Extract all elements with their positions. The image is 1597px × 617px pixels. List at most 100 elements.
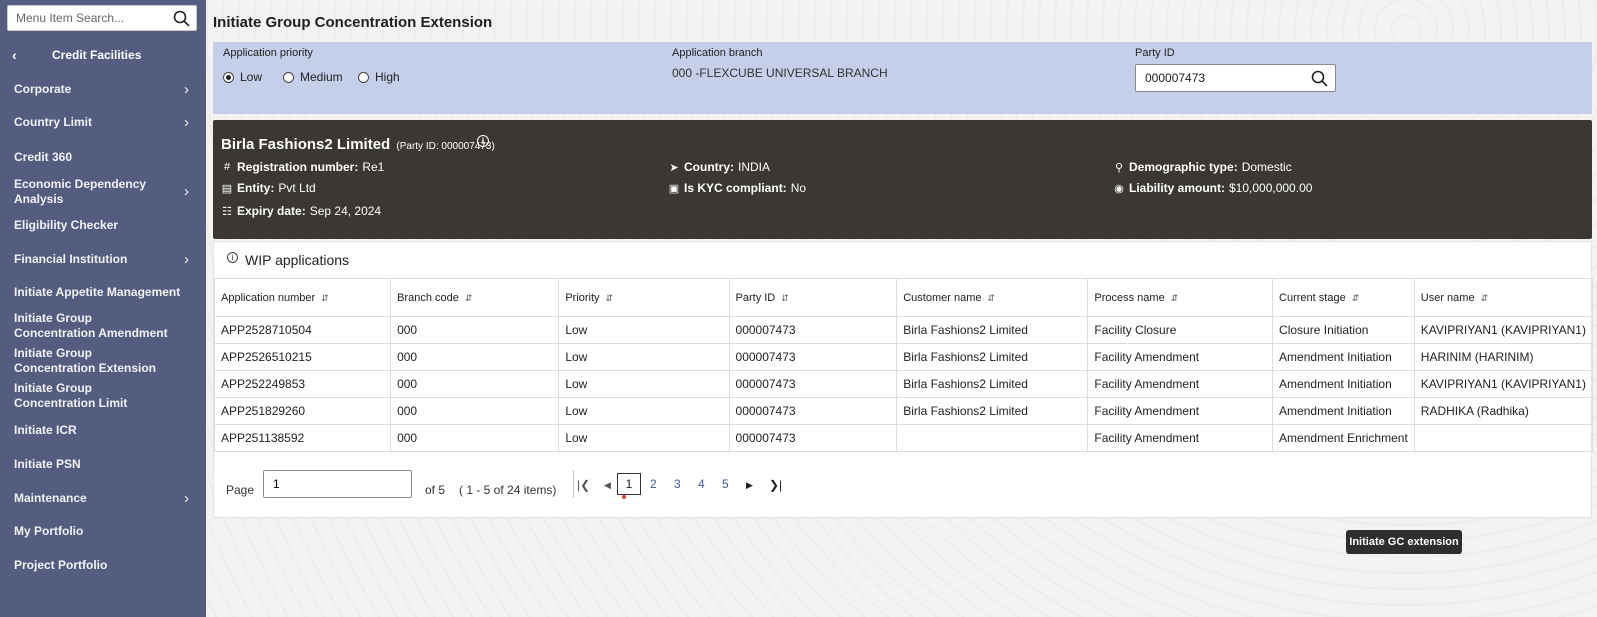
sidebar-item-my-portfolio[interactable]: My Portfolio: [14, 524, 189, 539]
cell: Amendment Enrichment: [1272, 424, 1415, 452]
cell: Birla Fashions2 Limited: [896, 370, 1089, 398]
chevron-left-icon[interactable]: ‹: [12, 47, 17, 63]
party-id-input[interactable]: [1136, 65, 1306, 91]
sidebar: ‹ Credit Facilities Corporate› Country L…: [0, 0, 206, 617]
cell: Low: [558, 424, 730, 452]
cell: APP2528710504: [213, 316, 392, 344]
cell: 000: [390, 397, 560, 425]
registration-number: # Registration number: Re1: [221, 160, 384, 174]
sidebar-item-corporate[interactable]: Corporate ›: [14, 82, 189, 97]
page-5-button[interactable]: 5: [722, 477, 729, 491]
sidebar-item-appetite-management[interactable]: Initiate Appetite Management: [14, 285, 189, 300]
radio-selected-icon: [223, 71, 234, 83]
table-row[interactable]: APP251138592 000 Low 000007473 Facility …: [213, 424, 1594, 452]
sidebar-header[interactable]: ‹ Credit Facilities: [0, 44, 206, 66]
page-4-button[interactable]: 4: [698, 477, 705, 491]
menu-search[interactable]: [7, 5, 197, 31]
cell: 000007473: [728, 397, 898, 425]
sort-icon[interactable]: ⇵: [988, 293, 996, 303]
table-header-row: Application number ⇵ Branch code ⇵ Priorit…: [213, 278, 1594, 317]
cell: 000: [390, 343, 560, 371]
info-icon: i: [227, 252, 238, 263]
cell: Closure Initiation: [1272, 316, 1415, 344]
party-name: Birla Fashions2 Limited (Party ID: 00000…: [221, 136, 495, 153]
party-summary-card: Birla Fashions2 Limited (Party ID: 00000…: [213, 120, 1592, 239]
page-1-button[interactable]: 1: [617, 473, 641, 495]
cell: Birla Fashions2 Limited: [896, 343, 1089, 371]
col-customer-name[interactable]: Customer name ⇵: [896, 278, 1089, 317]
sidebar-item-country-limit[interactable]: Country Limit ›: [14, 115, 189, 130]
col-current-stage[interactable]: Current stage ⇵: [1272, 278, 1415, 317]
sidebar-item-gc-limit[interactable]: Initiate Group Concentration Limit: [14, 381, 189, 411]
cell: Low: [558, 316, 730, 344]
sidebar-item-credit-360[interactable]: Credit 360: [14, 150, 189, 165]
page-2-button[interactable]: 2: [650, 477, 657, 491]
first-page-icon[interactable]: |❮: [577, 478, 590, 492]
col-user-name[interactable]: User name ⇵: [1413, 278, 1594, 317]
sidebar-item-financial-institution[interactable]: Financial Institution ›: [14, 252, 189, 267]
table-row[interactable]: APP252249853 000 Low 000007473 Birla Fas…: [213, 370, 1594, 398]
sidebar-item-economic-dependency[interactable]: Economic Dependency Analysis ›: [14, 177, 189, 207]
info-icon[interactable]: i: [477, 135, 489, 147]
sort-icon[interactable]: ⇵: [465, 293, 473, 303]
cell: Amendment Initiation: [1272, 370, 1415, 398]
cell: Facility Amendment: [1087, 343, 1274, 371]
cell: 000: [390, 370, 560, 398]
last-page-icon[interactable]: ❯|: [769, 478, 782, 492]
main-content: Initiate Group Concentration Extension A…: [206, 0, 1597, 617]
cell: Birla Fashions2 Limited: [896, 397, 1089, 425]
sidebar-item-gc-extension[interactable]: Initiate Group Concentration Extension: [14, 346, 189, 376]
page-number-input[interactable]: [264, 471, 404, 497]
wip-table: Application number ⇵ Branch code ⇵ Priorit…: [213, 278, 1594, 452]
hash-icon: #: [223, 161, 231, 173]
sort-icon[interactable]: ⇵: [321, 293, 329, 303]
sidebar-item-initiate-psn[interactable]: Initiate PSN: [14, 457, 189, 472]
sidebar-item-maintenance[interactable]: Maintenance ›: [14, 491, 189, 506]
cell: HARINIM (HARINIM): [1413, 343, 1594, 371]
sort-icon[interactable]: ⇵: [1352, 293, 1360, 303]
col-application-number[interactable]: Application number ⇵: [213, 278, 392, 317]
liability-amount: ◉ Liability amount: $10,000,000.00: [1114, 181, 1313, 195]
sort-icon[interactable]: ⇵: [606, 293, 614, 303]
page-number-field[interactable]: [263, 470, 412, 498]
table-row[interactable]: APP2526510215 000 Low 000007473 Birla Fa…: [213, 343, 1594, 371]
cell: Amendment Initiation: [1272, 343, 1415, 371]
initiate-gc-extension-button[interactable]: Initiate GC extension: [1346, 530, 1462, 554]
col-process-name[interactable]: Process name ⇵: [1087, 278, 1274, 317]
radio-icon: [358, 71, 369, 83]
cell: Facility Amendment: [1087, 424, 1274, 452]
priority-high-radio[interactable]: High: [358, 70, 400, 84]
cell: Low: [558, 370, 730, 398]
col-branch-code[interactable]: Branch code ⇵: [390, 278, 560, 317]
sort-icon[interactable]: ⇵: [781, 293, 789, 303]
menu-search-input[interactable]: [8, 6, 168, 30]
sidebar-item-gc-amendment[interactable]: Initiate Group Concentration Amendment: [14, 311, 189, 341]
cell: RADHIKA (Radhika): [1413, 397, 1594, 425]
page-3-button[interactable]: 3: [674, 477, 681, 491]
chevron-right-icon: ›: [184, 489, 189, 507]
search-icon[interactable]: [1311, 70, 1328, 90]
search-icon[interactable]: [173, 10, 190, 30]
entity: ▤ Entity: Pvt Ltd: [221, 181, 316, 195]
next-page-icon[interactable]: ▶: [746, 480, 753, 491]
expiry-date: ☷ Expiry date: Sep 24, 2024: [222, 204, 382, 218]
sort-icon[interactable]: ⇵: [1481, 293, 1489, 303]
col-priority[interactable]: Priority ⇵: [558, 278, 730, 317]
kyc-compliant: ▣ Is KYC compliant: No: [668, 181, 807, 195]
cell: Birla Fashions2 Limited: [896, 316, 1089, 344]
priority-low-radio[interactable]: Low: [223, 70, 262, 84]
sidebar-item-project-portfolio[interactable]: Project Portfolio: [14, 558, 189, 573]
table-row[interactable]: APP2528710504 000 Low 000007473 Birla Fa…: [213, 316, 1594, 344]
previous-page-icon[interactable]: ◀: [604, 480, 611, 491]
application-details-panel: Application priority Low Medium High App…: [213, 42, 1592, 114]
party-id-field[interactable]: [1135, 64, 1336, 92]
cell: KAVIPRIYAN1 (KAVIPRIYAN1): [1413, 316, 1594, 344]
sort-icon[interactable]: ⇵: [1171, 293, 1179, 303]
priority-medium-radio[interactable]: Medium: [283, 70, 343, 84]
table-row[interactable]: APP251829260 000 Low 000007473 Birla Fas…: [213, 397, 1594, 425]
sidebar-item-eligibility-checker[interactable]: Eligibility Checker: [14, 218, 189, 233]
cell: [896, 424, 1089, 452]
sidebar-item-initiate-icr[interactable]: Initiate ICR: [14, 423, 189, 438]
col-party-id[interactable]: Party ID ⇵: [728, 278, 898, 317]
chevron-right-icon: ›: [184, 250, 189, 268]
